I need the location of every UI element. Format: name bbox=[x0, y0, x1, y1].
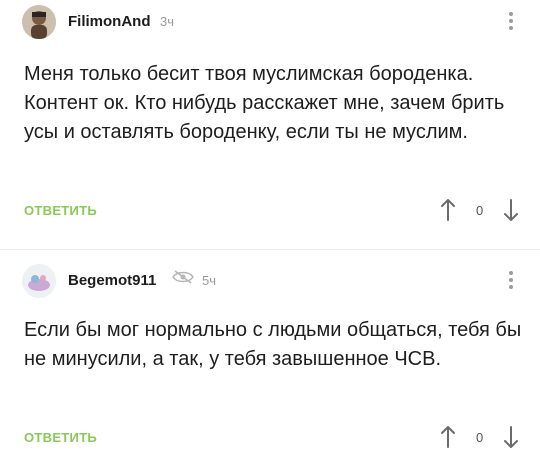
comment-text: Меня только бесит твоя муслимская бороде… bbox=[24, 63, 505, 143]
hidden-eye-icon bbox=[172, 270, 194, 284]
comment: Begemot911 5ч Если бы мог нормально с лю… bbox=[0, 252, 540, 470]
username[interactable]: Begemot911 bbox=[68, 272, 156, 289]
username[interactable]: FilimonAnd bbox=[68, 13, 151, 30]
more-options-icon[interactable] bbox=[508, 11, 514, 31]
avatar[interactable] bbox=[22, 5, 56, 39]
more-options-icon[interactable] bbox=[508, 270, 514, 290]
comment-text: Если бы мог нормально с людьми общаться,… bbox=[24, 319, 522, 370]
comment-divider bbox=[0, 249, 540, 250]
downvote-arrow-icon[interactable] bbox=[503, 425, 519, 449]
avatar[interactable] bbox=[22, 264, 56, 298]
comment-time: 5ч bbox=[202, 273, 217, 288]
comment-time: 3ч bbox=[160, 14, 175, 29]
rating-count: 0 bbox=[476, 203, 484, 218]
comment: FilimonAnd 3ч Меня только бесит твоя мус… bbox=[0, 0, 540, 246]
downvote-arrow-icon[interactable] bbox=[503, 198, 519, 222]
user-avatar-image bbox=[22, 264, 56, 298]
reply-button[interactable]: ОТВЕТИТЬ bbox=[24, 203, 97, 218]
reply-button[interactable]: ОТВЕТИТЬ bbox=[24, 430, 97, 445]
upvote-arrow-icon[interactable] bbox=[440, 425, 456, 449]
user-avatar-image bbox=[22, 5, 56, 39]
rating-count: 0 bbox=[476, 430, 484, 445]
upvote-arrow-icon[interactable] bbox=[440, 198, 456, 222]
